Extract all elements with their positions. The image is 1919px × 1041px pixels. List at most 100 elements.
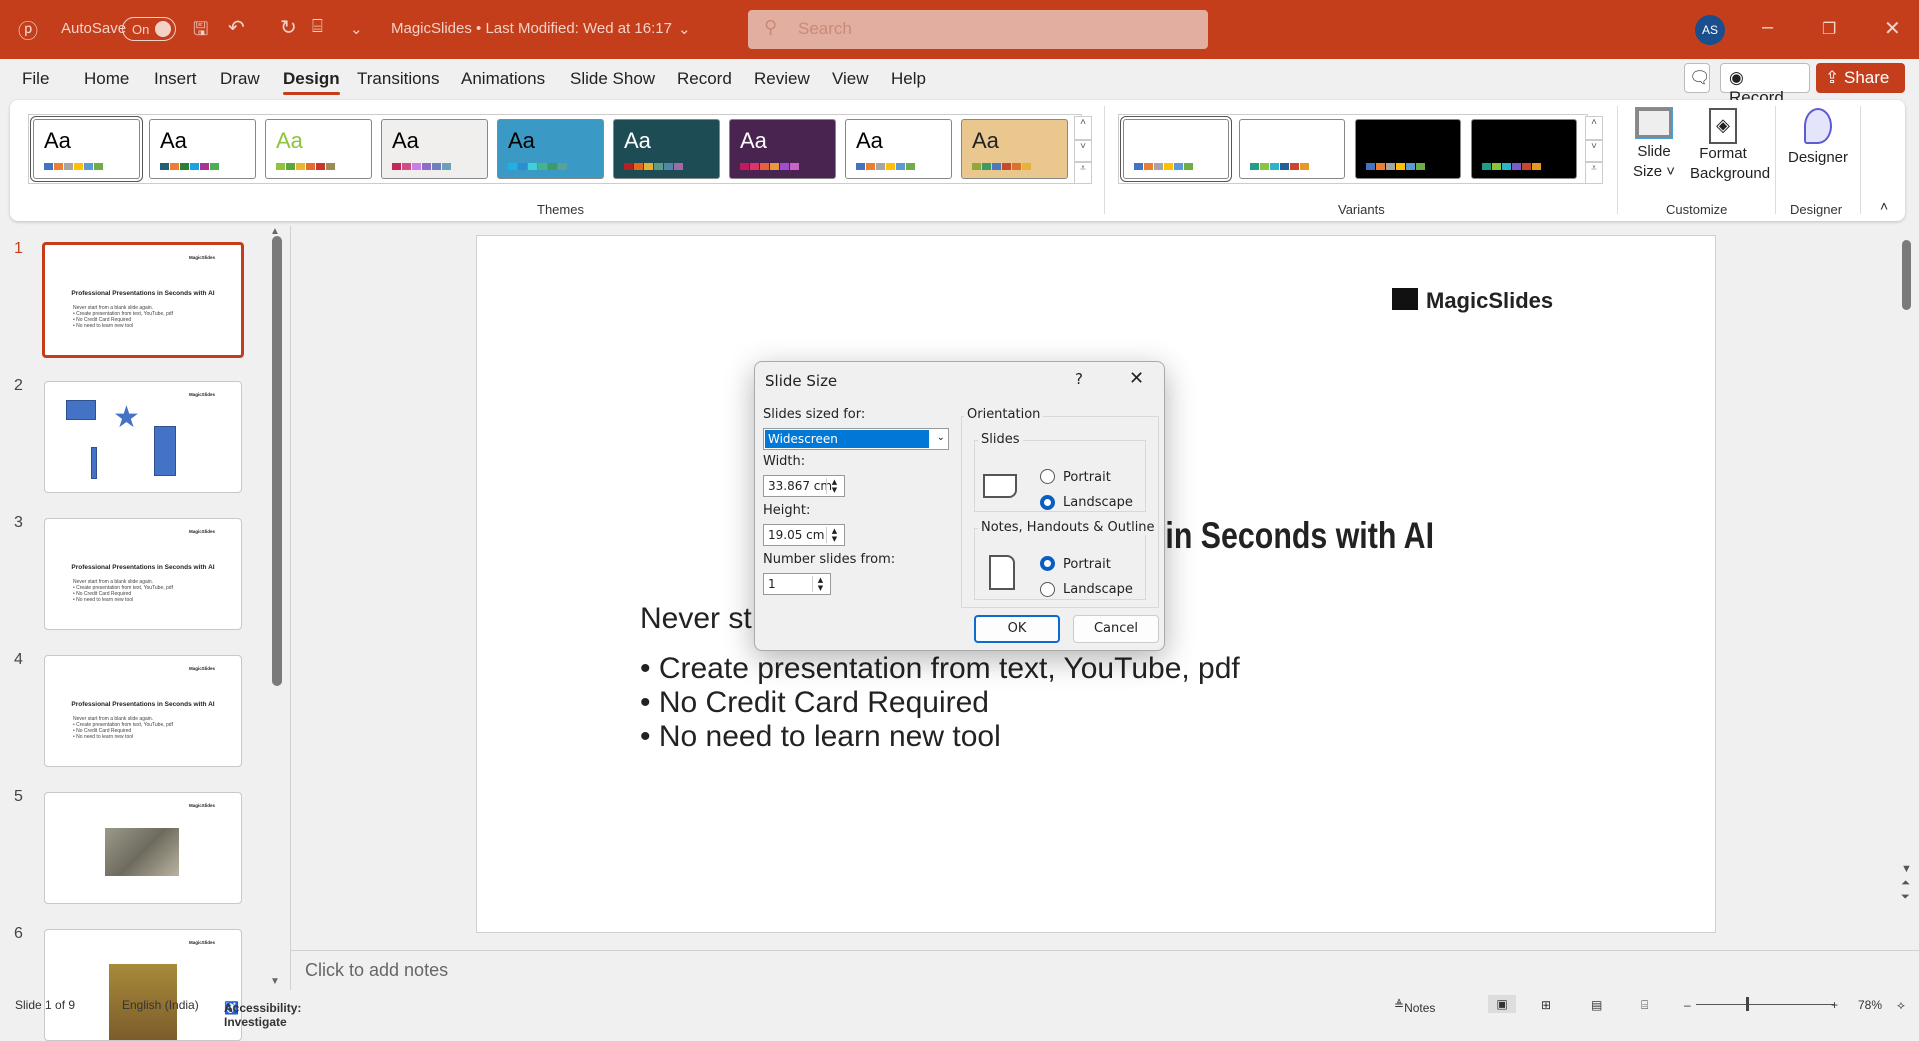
slides-portrait-label[interactable]: Portrait <box>1063 470 1111 485</box>
close-icon[interactable]: ✕ <box>1884 16 1901 41</box>
slide-thumbnail[interactable]: MagicSlides Professional Presentations in… <box>42 242 244 358</box>
help-button[interactable]: ? <box>1075 370 1083 388</box>
tab-insert[interactable]: Insert <box>154 69 197 89</box>
number-slides-input[interactable]: 1 ▲ ▼ <box>763 573 831 595</box>
tab-draw[interactable]: Draw <box>220 69 260 89</box>
variants-scroll-up[interactable]: ˄ <box>1585 116 1603 140</box>
width-spinner[interactable]: ▲ ▼ <box>826 478 842 494</box>
tab-file[interactable]: File <box>22 69 49 89</box>
slide-thumbnail[interactable]: MagicSlides <box>44 929 242 1041</box>
slides-landscape-radio[interactable] <box>1040 495 1055 510</box>
slide-thumbnail[interactable]: MagicSlides <box>44 792 242 904</box>
height-input[interactable]: 19.05 cm ▲ ▼ <box>763 524 845 546</box>
designer-button[interactable]: Designer <box>1784 108 1852 168</box>
restore-icon[interactable]: ❐ <box>1822 19 1836 39</box>
variant-thumbnail[interactable] <box>1120 116 1232 182</box>
notes-landscape-label[interactable]: Landscape <box>1063 582 1133 597</box>
slides-landscape-label[interactable]: Landscape <box>1063 495 1133 510</box>
close-icon[interactable]: ✕ <box>1129 368 1144 389</box>
comments-button[interactable]: 🗨 <box>1684 63 1711 93</box>
document-title[interactable]: MagicSlides • Last Modified: Wed at 16:1… <box>391 20 672 37</box>
tab-home[interactable]: Home <box>84 69 129 89</box>
slide-thumbnail[interactable]: MagicSlides Professional Presentations in… <box>44 655 242 767</box>
share-button[interactable]: ⇪ Share ⌄ <box>1816 63 1905 107</box>
theme-thumbnail[interactable]: Aa <box>845 119 952 179</box>
present-icon[interactable]: ⌸ <box>312 16 323 37</box>
notes-toggle[interactable]: ≜ Notes <box>1394 998 1435 1015</box>
variant-thumbnail[interactable] <box>1471 119 1577 179</box>
zoom-slider[interactable] <box>1696 1004 1834 1005</box>
comment-icon: 🗨 <box>1689 68 1711 87</box>
tab-review[interactable]: Review <box>754 69 810 89</box>
slide-bullet[interactable]: • Create presentation from text, YouTube… <box>640 652 1240 686</box>
zoom-out-icon[interactable]: – <box>1684 998 1691 1012</box>
undo-icon[interactable]: ↶ <box>228 15 245 40</box>
variant-thumbnail[interactable] <box>1355 119 1461 179</box>
slide-bullet[interactable]: • No need to learn new tool <box>640 720 1001 754</box>
variants-more-button[interactable]: ⩡ <box>1585 162 1603 184</box>
editor-scrollbar[interactable] <box>1902 240 1911 310</box>
tab-record[interactable]: Record <box>677 69 732 89</box>
shape <box>66 400 96 420</box>
theme-thumbnail[interactable]: Aa <box>30 116 143 182</box>
variants-scroll-down[interactable]: ˅ <box>1585 140 1603 162</box>
gallery-more-button[interactable]: ⩡ <box>1074 162 1092 184</box>
search-input[interactable]: ⚲ Search <box>748 10 1208 49</box>
tab-view[interactable]: View <box>832 69 869 89</box>
redo-icon[interactable]: ↻ <box>280 15 297 40</box>
slides-portrait-radio[interactable] <box>1040 469 1055 484</box>
gallery-scroll-up[interactable]: ˄ <box>1074 116 1092 140</box>
notes-input[interactable]: Click to add notes <box>305 960 448 981</box>
language-status[interactable]: English (India) <box>122 998 199 1012</box>
zoom-level[interactable]: 78% <box>1858 998 1882 1012</box>
slide-intro[interactable]: Never st <box>640 602 752 636</box>
gallery-scroll-down[interactable]: ˅ <box>1074 140 1092 162</box>
panel-scrollbar[interactable] <box>272 236 282 686</box>
format-background-button[interactable]: ◈ Format Background <box>1690 108 1770 184</box>
save-icon[interactable]: 🖫 <box>193 17 208 47</box>
slide-navigation-arrows[interactable]: ▼ ⏶ ⏷ <box>1901 862 1912 904</box>
number-spinner[interactable]: ▲ ▼ <box>812 576 828 592</box>
tab-transitions[interactable]: Transitions <box>357 69 440 89</box>
slide-size-button[interactable]: Slide Size ˅ <box>1628 107 1680 182</box>
variant-thumbnail[interactable] <box>1239 119 1345 179</box>
theme-thumbnail[interactable]: Aa <box>961 119 1068 179</box>
chevron-down-icon[interactable]: ⌄ <box>678 20 691 38</box>
collapse-ribbon-icon[interactable]: ˄ <box>1880 198 1888 214</box>
height-spinner[interactable]: ▲ ▼ <box>826 527 842 543</box>
tab-design[interactable]: Design <box>283 69 340 95</box>
theme-thumbnail[interactable]: Aa <box>729 119 836 179</box>
theme-thumbnail[interactable]: Aa <box>149 119 256 179</box>
theme-thumbnail[interactable]: Aa <box>497 119 604 179</box>
autosave-toggle[interactable]: On <box>122 17 176 41</box>
tab-help[interactable]: Help <box>891 69 926 89</box>
sized-for-select[interactable]: Widescreen ⌄ <box>763 428 949 450</box>
minimize-icon[interactable]: – <box>1762 16 1773 39</box>
slide-bullet[interactable]: • No Credit Card Required <box>640 686 989 720</box>
theme-thumbnail[interactable]: Aa <box>265 119 372 179</box>
slideshow-icon[interactable]: ⌸ <box>1641 998 1648 1013</box>
panel-scroll-down[interactable]: ▼ <box>270 976 280 987</box>
slide-sorter-icon[interactable]: ⊞ <box>1541 998 1551 1012</box>
width-input[interactable]: 33.867 cm ▲ ▼ <box>763 475 845 497</box>
normal-view-icon[interactable]: ▣ <box>1488 995 1516 1013</box>
fit-slide-icon[interactable]: ⟡ <box>1897 998 1905 1013</box>
tab-slide-show[interactable]: Slide Show <box>570 69 655 89</box>
tab-animations[interactable]: Animations <box>461 69 545 89</box>
theme-thumbnail[interactable]: Aa <box>613 119 720 179</box>
record-button[interactable]: ◉ Record <box>1720 63 1810 107</box>
ok-button[interactable]: OK <box>974 615 1060 643</box>
avatar[interactable]: AS <box>1695 15 1725 45</box>
customize-qat-icon[interactable]: ⌄ <box>350 20 363 38</box>
notes-portrait-label[interactable]: Portrait <box>1063 557 1111 572</box>
slide-thumbnail[interactable]: MagicSlides ★ <box>44 381 242 493</box>
theme-thumbnail[interactable]: Aa <box>381 119 488 179</box>
zoom-slider-thumb[interactable] <box>1746 997 1749 1011</box>
zoom-in-icon[interactable]: + <box>1831 998 1838 1012</box>
share-icon: ⇪ <box>1825 68 1840 87</box>
notes-portrait-radio[interactable] <box>1040 556 1055 571</box>
notes-landscape-radio[interactable] <box>1040 582 1055 597</box>
cancel-button[interactable]: Cancel <box>1073 615 1159 643</box>
slide-thumbnail[interactable]: MagicSlides Professional Presentations in… <box>44 518 242 630</box>
reading-view-icon[interactable]: ▤ <box>1591 998 1602 1012</box>
